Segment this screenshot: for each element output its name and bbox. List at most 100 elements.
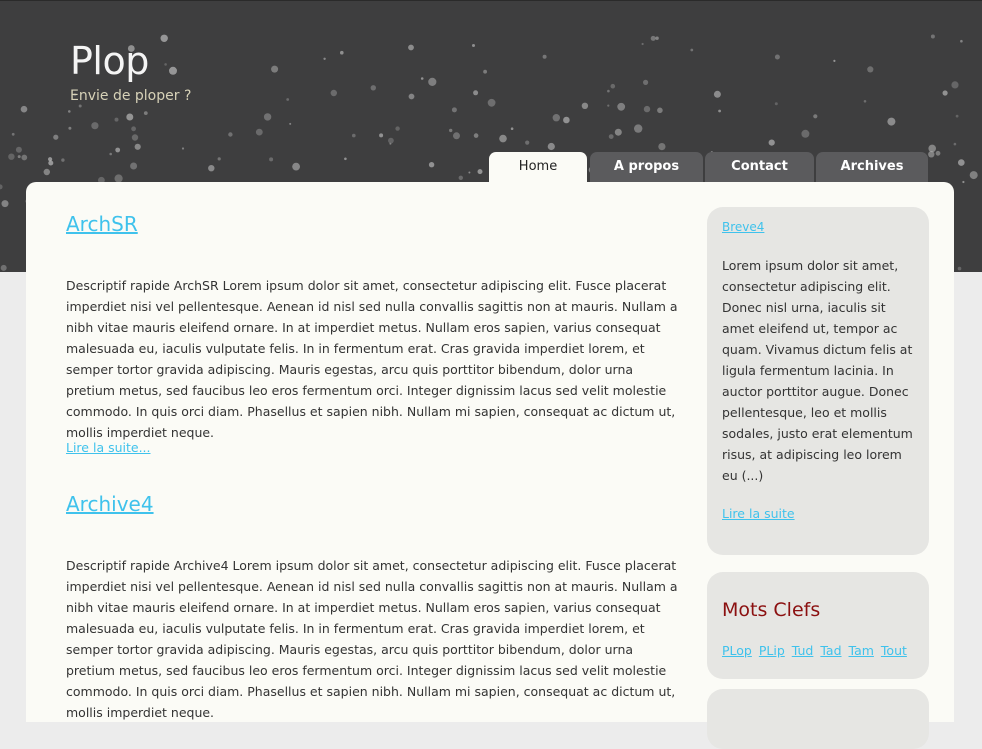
bubble bbox=[379, 133, 384, 138]
bubble bbox=[181, 147, 185, 150]
bubble bbox=[451, 107, 457, 113]
site-title[interactable]: Plop bbox=[70, 39, 149, 83]
bubble bbox=[617, 102, 626, 111]
bubble bbox=[15, 146, 22, 153]
bubble bbox=[0, 264, 7, 271]
bubble bbox=[658, 143, 666, 151]
bubble bbox=[930, 34, 935, 39]
bubble bbox=[608, 134, 614, 140]
content-panel: ArchSR Descriptif rapide ArchSR Lorem ip… bbox=[26, 182, 954, 749]
bubble bbox=[928, 151, 935, 158]
bubble bbox=[563, 116, 570, 124]
tab-archives[interactable]: Archives bbox=[816, 152, 928, 183]
bubble bbox=[11, 132, 15, 136]
keywords-box: Mots Clefs PLop PLip Tud Tad Tam Tout bbox=[707, 572, 929, 679]
bubble bbox=[131, 134, 139, 141]
bubble bbox=[473, 133, 479, 138]
brief-text: Lorem ipsum dolor sit amet, consectetur … bbox=[722, 258, 913, 483]
keyword-tag[interactable]: PLop bbox=[722, 643, 752, 658]
bubble bbox=[17, 155, 21, 159]
bubble bbox=[1, 200, 9, 208]
tab-about[interactable]: A propos bbox=[590, 152, 703, 183]
keyword-tag[interactable]: Tud bbox=[792, 643, 814, 658]
bubble bbox=[955, 114, 959, 118]
keyword-tag[interactable]: Tad bbox=[820, 643, 841, 658]
article-title-link[interactable]: ArchSR bbox=[66, 212, 138, 236]
bubble bbox=[473, 90, 479, 96]
tab-about-label: A propos bbox=[613, 159, 680, 174]
bubble bbox=[420, 77, 424, 80]
bubble bbox=[607, 89, 610, 93]
bubble bbox=[340, 50, 344, 55]
bubble bbox=[114, 117, 119, 122]
bubble bbox=[428, 162, 435, 168]
bubble bbox=[962, 180, 965, 184]
bubble bbox=[48, 160, 54, 166]
keyword-tag[interactable]: Tam bbox=[849, 643, 874, 658]
bubble bbox=[768, 139, 775, 146]
tab-home[interactable]: Home bbox=[489, 152, 587, 183]
bubble bbox=[78, 104, 82, 108]
bubble bbox=[109, 152, 112, 156]
bubble bbox=[292, 162, 300, 171]
bubble bbox=[935, 150, 941, 156]
bubble bbox=[48, 157, 53, 162]
bubble bbox=[813, 114, 818, 119]
article-title: Archive4 bbox=[66, 492, 154, 516]
sidebar-box-partial bbox=[707, 689, 929, 749]
bubble bbox=[510, 127, 514, 130]
bubble bbox=[951, 81, 959, 89]
bubble bbox=[487, 98, 496, 107]
bubble bbox=[928, 144, 936, 153]
bubble bbox=[370, 85, 376, 91]
bubble bbox=[8, 153, 15, 160]
bubble bbox=[483, 69, 487, 74]
bubble bbox=[115, 147, 121, 153]
bubble bbox=[657, 107, 663, 114]
bubble bbox=[330, 89, 337, 97]
bubble bbox=[472, 44, 475, 47]
bubble bbox=[289, 122, 292, 125]
bubble bbox=[169, 66, 177, 75]
brief-box: Breve4 Lorem ipsum dolor sit amet, conse… bbox=[707, 207, 929, 555]
bubble bbox=[344, 157, 347, 161]
bubble bbox=[126, 113, 134, 121]
bubble bbox=[408, 93, 415, 100]
bubble bbox=[217, 157, 221, 161]
keyword-tag[interactable]: PLip bbox=[759, 643, 785, 658]
article-description: Descriptif rapide ArchSR Lorem ipsum dol… bbox=[66, 278, 678, 440]
bubble bbox=[641, 42, 644, 46]
tab-contact[interactable]: Contact bbox=[705, 152, 814, 183]
bubble bbox=[610, 83, 616, 89]
brief-title-link[interactable]: Breve4 bbox=[722, 220, 764, 234]
bubble bbox=[428, 77, 437, 86]
bubble bbox=[458, 175, 463, 180]
bubble bbox=[61, 158, 65, 162]
bubble bbox=[21, 154, 28, 161]
bubble bbox=[0, 184, 3, 190]
article-title: ArchSR bbox=[66, 212, 138, 236]
bubble bbox=[607, 104, 610, 107]
bubble bbox=[614, 128, 622, 136]
keyword-tag[interactable]: Tout bbox=[881, 643, 907, 658]
read-more-link[interactable]: Lire la suite... bbox=[66, 440, 151, 455]
bubble bbox=[255, 128, 263, 136]
bubble bbox=[68, 126, 72, 130]
brief-read-more-link[interactable]: Lire la suite bbox=[722, 506, 795, 521]
bubble bbox=[957, 266, 962, 271]
tab-contact-label: Contact bbox=[731, 159, 788, 174]
bubble bbox=[286, 98, 290, 101]
bubble bbox=[408, 44, 414, 51]
bubble bbox=[774, 54, 780, 60]
bubble bbox=[713, 90, 721, 98]
bubble bbox=[53, 134, 59, 140]
article-title-link[interactable]: Archive4 bbox=[66, 492, 154, 516]
bubble bbox=[655, 36, 659, 40]
tab-home-label: Home bbox=[518, 159, 558, 174]
bubble bbox=[552, 114, 560, 122]
bubble bbox=[352, 133, 356, 138]
bubble bbox=[43, 168, 50, 176]
site-tagline: Envie de ploper ? bbox=[70, 88, 192, 104]
bubble bbox=[690, 48, 694, 52]
bubble bbox=[650, 35, 656, 41]
